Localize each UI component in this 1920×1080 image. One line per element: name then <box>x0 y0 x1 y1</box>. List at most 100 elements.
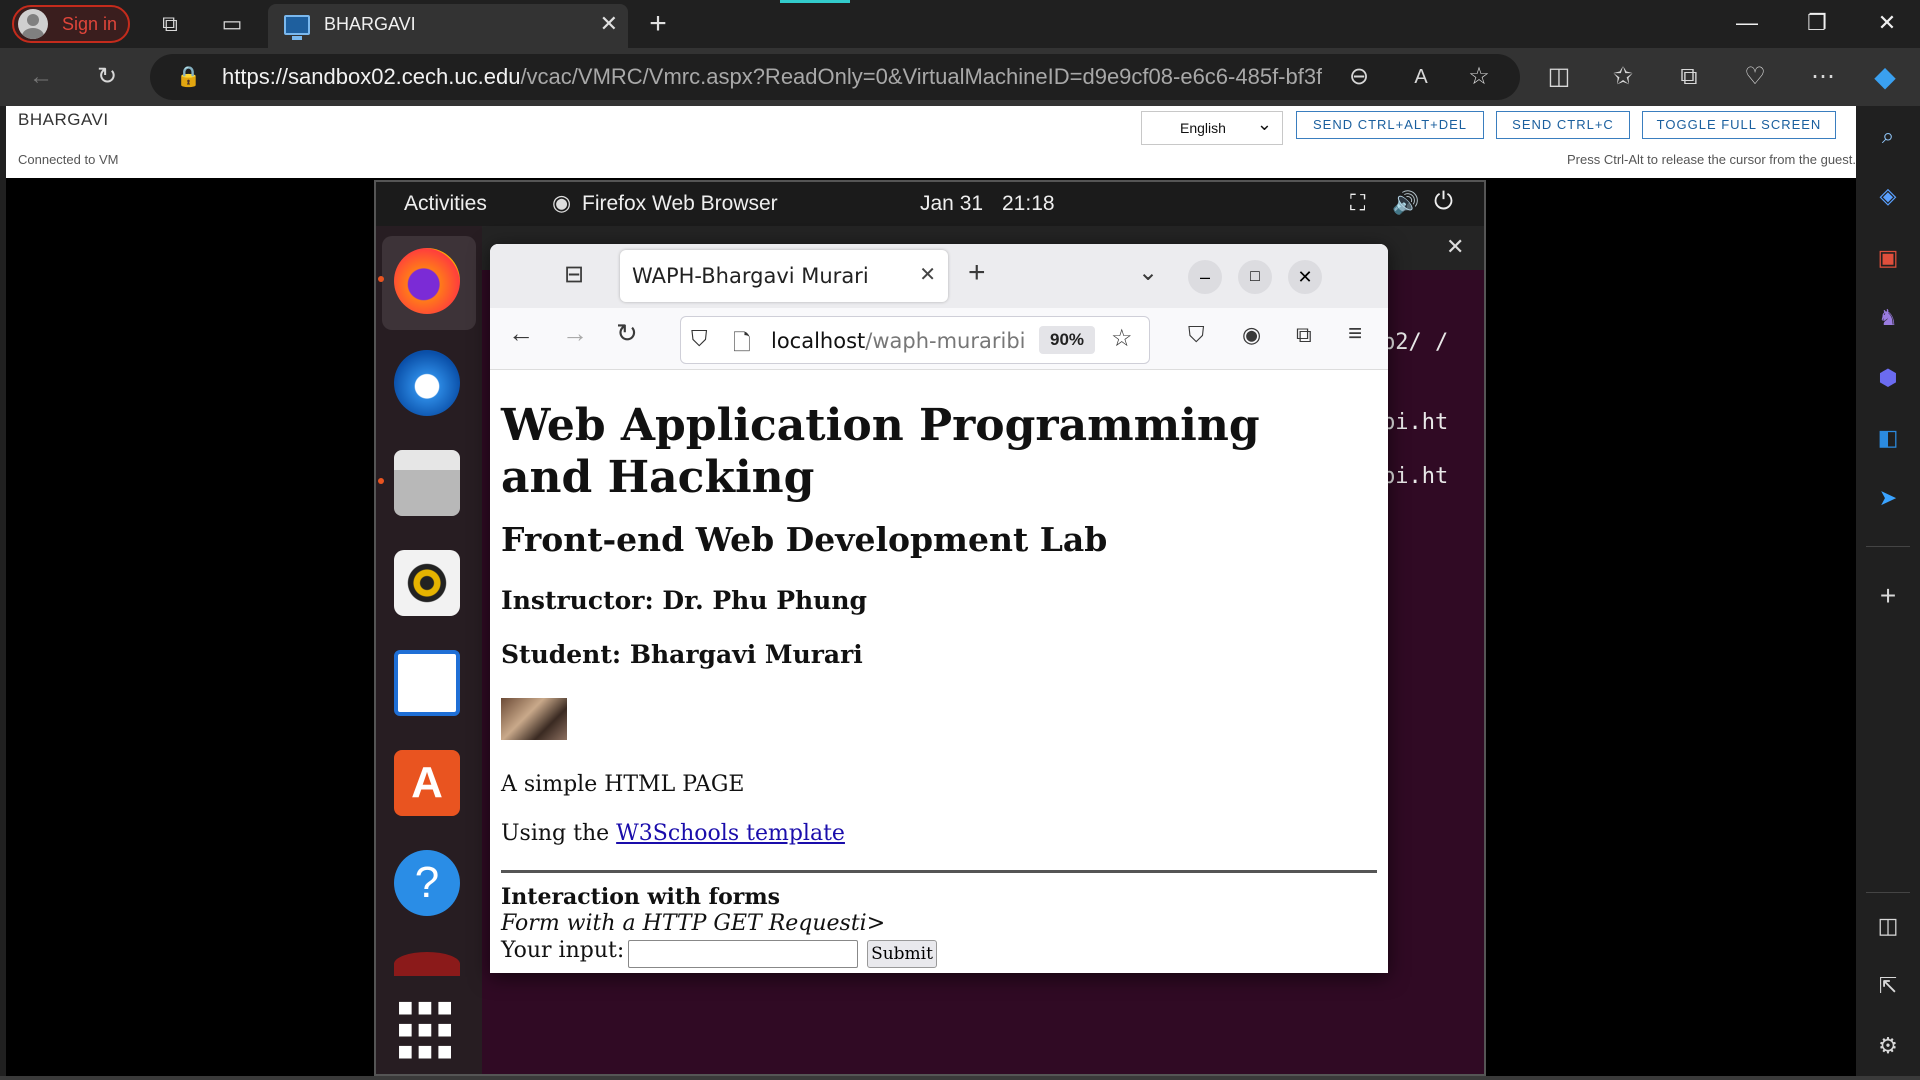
help-icon[interactable]: ? <box>394 850 460 916</box>
tools-briefcase-icon[interactable]: ▣ <box>1864 238 1912 278</box>
lock-icon[interactable]: 🔒 <box>176 64 201 89</box>
page-subtitle: Front-end Web Development Lab <box>501 520 1108 559</box>
ff-forward-icon[interactable]: → <box>562 318 588 349</box>
terminal-close-icon[interactable]: ✕ <box>1446 234 1464 260</box>
zoom-out-icon[interactable]: ⊖ <box>1336 54 1382 100</box>
monitor-icon <box>284 15 310 40</box>
firefox-new-tab-icon[interactable]: + <box>968 256 986 290</box>
activities-button[interactable]: Activities <box>404 192 487 216</box>
clock-date[interactable]: Jan 31 <box>920 192 983 216</box>
split-screen-icon[interactable]: ◫ <box>1536 54 1582 100</box>
tab-overview-icon[interactable]: ⊟ <box>564 260 584 289</box>
power-icon[interactable]: ⏻ <box>1434 188 1453 216</box>
firefox-small-icon: ◉ <box>552 190 572 215</box>
vm-connection-status: Connected to VM <box>18 152 119 167</box>
forms-heading: Interaction with forms <box>501 884 781 910</box>
firefox-url-text[interactable]: localhost/waph-muraribi <box>771 329 1031 353</box>
dock-partial-icon[interactable] <box>394 952 460 976</box>
extensions-icon[interactable]: ⧉ <box>1296 322 1312 348</box>
app-center-icon[interactable]: A <box>394 750 460 816</box>
terminal-text: bi.ht <box>1382 410 1449 435</box>
address-text[interactable]: https://sandbox02.cech.uc.edu/vcac/VMRC/… <box>222 54 1322 100</box>
clock-time[interactable]: 21:18 <box>1002 192 1055 216</box>
firefox-url-bar[interactable]: ⛉ 🗋 localhost/waph-muraribi 90% ☆ <box>680 316 1150 364</box>
ff-back-icon[interactable]: ← <box>508 318 534 349</box>
terminal-text: bi.ht <box>1382 464 1449 489</box>
tab-close-icon[interactable]: ✕ <box>600 4 618 44</box>
network-icon[interactable]: ⛶ <box>1350 190 1365 216</box>
tab-actions-icon[interactable]: ▭ <box>212 0 252 48</box>
tracking-shield-icon[interactable]: ⛉ <box>691 326 708 352</box>
firefox-icon[interactable] <box>394 248 460 314</box>
terminal-text: b2/ / <box>1382 330 1449 355</box>
student-heading: Student: Bhargavi Murari <box>501 640 863 669</box>
zoom-badge[interactable]: 90% <box>1039 326 1095 354</box>
shopping-tag-icon[interactable]: ◈ <box>1864 176 1912 216</box>
minimize-icon[interactable]: — <box>1712 0 1782 48</box>
games-icon[interactable]: ♞ <box>1864 298 1912 338</box>
your-input-field[interactable] <box>628 940 858 968</box>
instructor-heading: Instructor: Dr. Phu Phung <box>501 586 868 615</box>
ff-maximize-icon[interactable]: □ <box>1238 260 1272 294</box>
refresh-icon[interactable]: ↻ <box>84 54 130 100</box>
form-caption: Form with a HTTP GET Requesti> <box>501 911 886 936</box>
restore-icon[interactable]: ❐ <box>1782 0 1852 48</box>
firefox-tab[interactable]: WAPH-Bhargavi Murari ✕ <box>620 250 948 302</box>
ff-minimize-icon[interactable]: – <box>1188 260 1222 294</box>
sidebar-divider-bottom <box>1866 892 1910 893</box>
rhythmbox-icon[interactable] <box>394 550 460 616</box>
pocket-icon[interactable]: ⛉ <box>1188 322 1205 348</box>
show-apps-grid-icon[interactable]: ■■■ ■■■ ■■■ <box>394 994 460 1064</box>
files-icon[interactable] <box>394 450 460 516</box>
browser-tab-active[interactable]: BHARGAVI ✕ <box>268 4 628 48</box>
firefox-tab-close-icon[interactable]: ✕ <box>919 262 936 287</box>
drop-icon[interactable]: ➤ <box>1864 478 1912 518</box>
browser-essentials-icon[interactable]: ♡ <box>1732 54 1778 100</box>
bottom-edge <box>0 1076 1920 1080</box>
send-ctrl-alt-del-button[interactable]: SEND CTRL+ALT+DEL <box>1296 111 1484 139</box>
page-info-icon[interactable]: 🗋 <box>733 326 751 364</box>
page-title: Web Application Programming and Hacking <box>501 400 1260 503</box>
send-ctrl-c-button[interactable]: SEND CTRL+C <box>1496 111 1630 139</box>
settings-gear-icon[interactable]: ⚙ <box>1864 1026 1912 1066</box>
libreoffice-writer-icon[interactable] <box>394 650 460 716</box>
back-icon[interactable]: ← <box>18 54 64 100</box>
new-tab-button[interactable]: + <box>640 0 676 48</box>
favorite-star-icon[interactable]: ☆ <box>1456 54 1502 100</box>
app-menu[interactable]: Firefox Web Browser <box>582 192 778 216</box>
simple-page-text: A simple HTML PAGE <box>501 772 745 797</box>
copilot-icon[interactable]: ◆ <box>1862 54 1908 100</box>
read-aloud-icon[interactable]: A <box>1398 54 1444 100</box>
w3schools-link[interactable]: W3Schools template <box>616 821 845 846</box>
horizontal-rule <box>501 870 1377 873</box>
account-icon[interactable]: ◉ <box>1242 322 1261 348</box>
collections-icon[interactable]: ⧉ <box>1666 54 1712 100</box>
volume-icon[interactable]: 🔊 <box>1392 190 1419 216</box>
list-tabs-chevron-icon[interactable]: ⌄ <box>1138 258 1158 287</box>
firefox-tab-title: WAPH-Bhargavi Murari <box>632 264 869 288</box>
close-window-icon[interactable]: ✕ <box>1852 0 1920 48</box>
outlook-icon[interactable]: ◧ <box>1864 418 1912 458</box>
thunderbird-icon[interactable] <box>394 350 460 416</box>
student-photo <box>501 698 567 740</box>
sign-in-button[interactable]: Sign in <box>12 5 130 43</box>
favorites-icon[interactable]: ✩ <box>1600 54 1646 100</box>
hamburger-menu-icon[interactable]: ≡ <box>1348 320 1362 348</box>
add-sidebar-app-icon[interactable]: + <box>1864 576 1912 616</box>
microsoft-365-icon[interactable]: ⬢ <box>1864 358 1912 398</box>
more-menu-icon[interactable]: ⋯ <box>1800 54 1846 100</box>
ff-close-icon[interactable]: ✕ <box>1288 260 1322 294</box>
submit-button[interactable]: Submit <box>867 940 937 968</box>
open-external-icon[interactable]: ⇱ <box>1864 966 1912 1006</box>
firefox-window[interactable]: ⊟ WAPH-Bhargavi Murari ✕ + ⌄ – □ ✕ ← → ↻… <box>490 244 1388 973</box>
workspaces-icon[interactable]: ⧉ <box>150 0 190 48</box>
language-select[interactable]: English <box>1141 108 1283 145</box>
running-indicator <box>378 276 384 282</box>
profile-avatar-icon <box>18 9 48 39</box>
toggle-full-screen-button[interactable]: TOGGLE FULL SCREEN <box>1642 111 1836 139</box>
bookmark-star-icon[interactable]: ☆ <box>1111 324 1133 353</box>
ff-reload-icon[interactable]: ↻ <box>616 318 638 349</box>
hide-sidebar-icon[interactable]: ◫ <box>1864 906 1912 946</box>
tab-title: BHARGAVI <box>324 14 416 34</box>
search-icon[interactable]: ⌕ <box>1864 116 1912 156</box>
